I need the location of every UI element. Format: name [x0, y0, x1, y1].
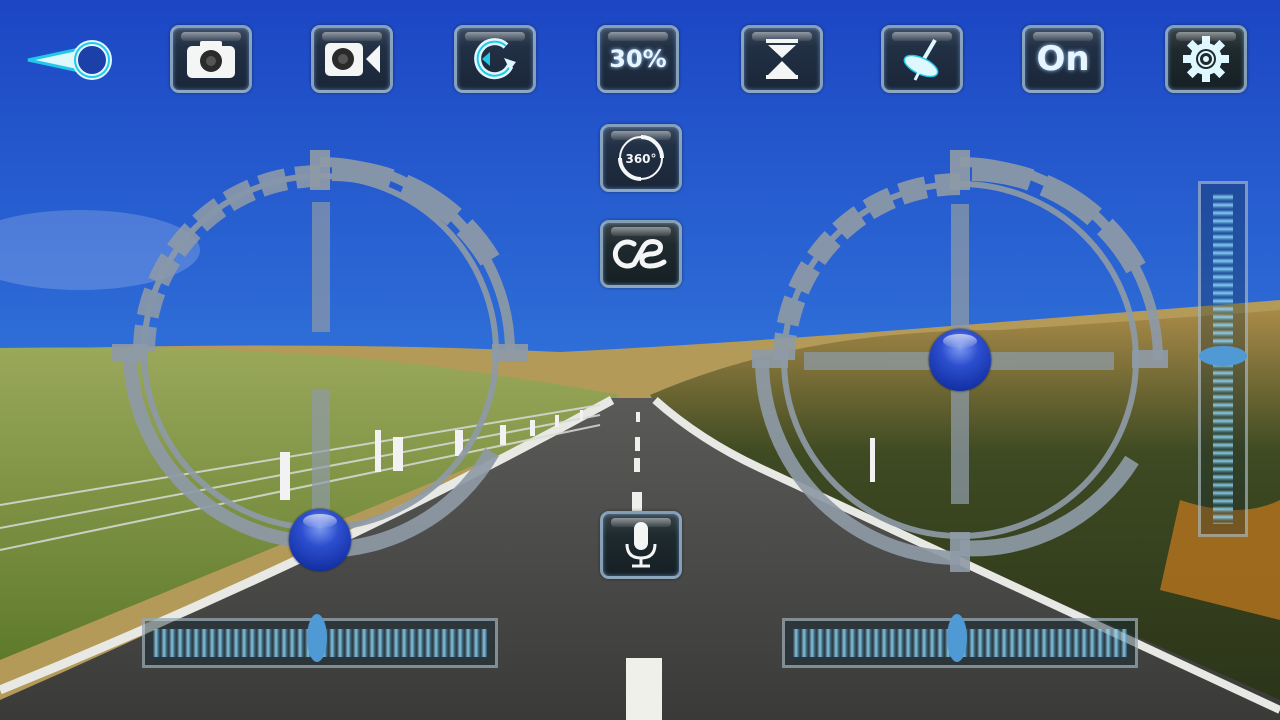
photo-button[interactable] — [170, 25, 252, 93]
speed-label: 30% — [609, 45, 667, 73]
left-joystick-crosshair — [312, 202, 330, 520]
video-camera-icon — [325, 43, 380, 76]
rotate-icon — [474, 38, 516, 80]
vertical-trim-knob[interactable] — [1199, 345, 1247, 366]
right-horizontal-trim-slider[interactable] — [782, 614, 1138, 668]
right-joystick-thumb[interactable] — [929, 329, 991, 391]
headless-mode-icon — [612, 239, 667, 269]
settings-button[interactable] — [1165, 25, 1247, 93]
flip-360-label: 360° — [625, 152, 656, 166]
left-trim-knob[interactable] — [306, 614, 327, 662]
back-arrow-icon — [27, 40, 112, 80]
power-toggle-button[interactable]: On — [1022, 25, 1104, 93]
back-button[interactable] — [24, 36, 118, 84]
flip-direction-button[interactable] — [454, 25, 536, 93]
right-vertical-trim-slider[interactable] — [1198, 181, 1248, 537]
flip-360-button[interactable]: 360° — [600, 124, 682, 192]
power-label: On — [1036, 39, 1090, 79]
gyro-calibrate-icon — [903, 38, 939, 81]
left-horizontal-trim-slider[interactable] — [142, 614, 498, 668]
flip-360-icon: 360° — [618, 135, 664, 181]
altitude-hold-button[interactable] — [741, 25, 823, 93]
voice-control-button[interactable] — [600, 511, 682, 579]
microphone-icon — [625, 522, 657, 568]
hourglass-icon — [766, 39, 798, 79]
gear-icon — [1183, 36, 1229, 82]
headless-mode-button[interactable] — [600, 220, 682, 288]
gyro-calibrate-button[interactable] — [881, 25, 963, 93]
left-joystick-thumb[interactable] — [289, 509, 351, 571]
camera-icon — [187, 41, 235, 78]
video-record-button[interactable] — [311, 25, 393, 93]
right-trim-knob[interactable] — [946, 614, 967, 662]
speed-button[interactable]: 30% — [597, 25, 679, 93]
